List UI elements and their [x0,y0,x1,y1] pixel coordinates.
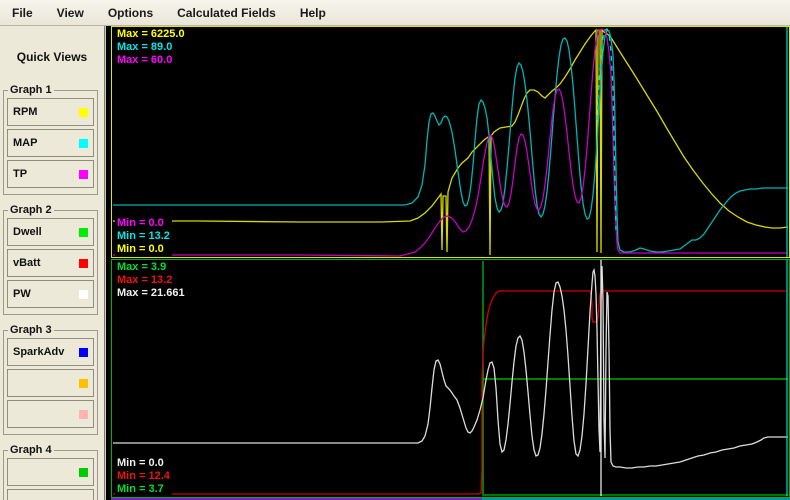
button-label: vBatt [13,257,41,269]
menu-file[interactable]: File [0,2,45,24]
group-graph-4-label: Graph 4 [10,444,52,456]
graph-1-pane[interactable]: Max = 6225.0 Max = 89.0 Max = 60.0 Min = 0.… [111,26,790,258]
button-label: PW [13,288,31,300]
graph-1-min-labels-1: Min = 13.2 [117,230,170,242]
graph-2-trace-dwell [482,261,788,496]
graph-1-trace-map [113,29,788,253]
quick-views-title: Quick Views [16,50,88,64]
graph-2-min-labels-0: Min = 0.0 [117,457,164,469]
graph-2-max-labels-0: Max = 3.9 [117,261,167,273]
quickview-button-empty-3[interactable] [7,458,94,486]
graph-2-min-labels-1: Min = 12.4 [117,470,170,482]
green-color-swatch [79,467,88,477]
button-label: SparkAdv [13,346,65,358]
pw-color-swatch [79,289,88,299]
quickview-button-dwell[interactable]: Dwell [7,218,94,246]
quickview-button-map[interactable]: MAP [7,129,94,157]
graph-1-min-labels-0: Min = 0.0 [117,217,164,229]
button-label: RPM [13,106,38,118]
graph-1-top-labels: Max = 6225.0 Max = 89.0 Max = 60.0 [115,28,187,67]
graph-1-plot [113,27,789,257]
quickview-button-empty-4[interactable] [7,489,94,500]
group-graph-2: Graph 2 Dwell vBatt PW [3,204,98,315]
graph-1-trace-rpm [113,28,789,256]
group-graph-3-label: Graph 3 [10,324,52,336]
tp-color-swatch [79,169,88,179]
menu-help[interactable]: Help [288,2,338,24]
group-graph-3: Graph 3 SparkAdv [3,324,98,435]
orange-color-swatch [79,378,88,388]
group-graph-4: Graph 4 [3,444,98,500]
graph-2-top-labels: Max = 3.9 Max = 13.2 Max = 21.661 [115,261,187,300]
quickview-button-rpm[interactable]: RPM [7,98,94,126]
pink-color-swatch [79,409,88,419]
menu-view[interactable]: View [45,2,96,24]
quickview-button-sparkadv[interactable]: SparkAdv [7,338,94,366]
graph-2-max-labels-2: Max = 21.661 [117,287,185,299]
graph-1-min-labels-2: Min = 0.0 [117,243,164,255]
vbatt-color-swatch [79,258,88,268]
dwell-color-swatch [79,227,88,237]
graph-1-max-labels-1: Max = 89.0 [117,41,173,53]
group-graph-2-label: Graph 2 [10,204,52,216]
button-label: TP [13,168,28,180]
group-graph-1: Graph 1 RPM MAP TP [3,84,98,195]
quickview-button-empty-2[interactable] [7,400,94,428]
sparkadv-color-swatch [79,347,88,357]
graph-1-max-labels-2: Max = 60.0 [117,54,173,66]
menu-calculated-fields[interactable]: Calculated Fields [165,2,288,24]
group-graph-1-label: Graph 1 [10,84,52,96]
graph-1-max-labels-0: Max = 6225.0 [117,28,185,40]
menu-bar: File View Options Calculated Fields Help [0,0,790,26]
graph-1-trace-tp [113,28,788,257]
graph-2-trace-pw [113,265,788,469]
graph-1-bottom-labels: Min = 0.0 Min = 13.2 Min = 0.0 [115,217,172,256]
button-label: Dwell [13,226,42,238]
quickview-button-pw[interactable]: PW [7,280,94,308]
map-color-swatch [79,138,88,148]
quick-views-sidebar: Quick Views Graph 1 RPM MAP TP Graph 2 D… [0,26,106,500]
menu-options[interactable]: Options [96,2,165,24]
rpm-color-swatch [79,107,88,117]
quickview-button-empty-1[interactable] [7,369,94,397]
graph-2-plot [113,260,788,496]
graph-2-trace-vbatt [113,290,788,495]
button-label: MAP [13,137,38,149]
graph-2-min-labels-2: Min = 3.7 [117,483,164,495]
graph-2-max-labels-1: Max = 13.2 [117,274,173,286]
graph-2-bottom-labels: Min = 0.0 Min = 12.4 Min = 3.7 [115,457,172,496]
graph-2-pane[interactable]: Max = 3.9 Max = 13.2 Max = 21.661 Min = 0.0… [111,259,790,498]
quickview-button-tp[interactable]: TP [7,160,94,188]
quickview-button-vbatt[interactable]: vBatt [7,249,94,277]
